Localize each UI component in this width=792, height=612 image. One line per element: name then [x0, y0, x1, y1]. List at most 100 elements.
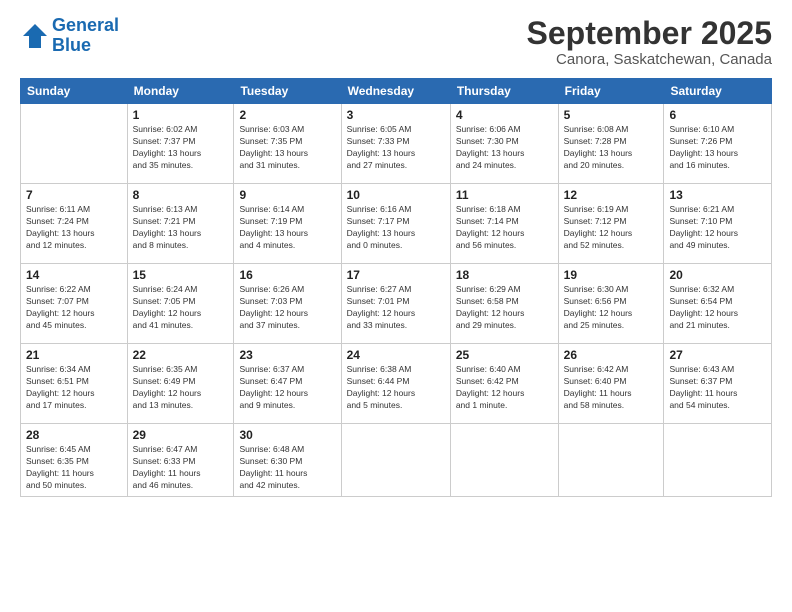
calendar-cell: 4 Sunrise: 6:06 AM Sunset: 7:30 PM Daylig…: [450, 104, 558, 184]
calendar-cell: 5 Sunrise: 6:08 AM Sunset: 7:28 PM Daylig…: [558, 104, 664, 184]
weekday-header-saturday: Saturday: [664, 79, 772, 104]
day-info: Sunrise: 6:30 AM Sunset: 6:56 PM Dayligh…: [564, 284, 659, 332]
calendar-cell: [558, 424, 664, 497]
calendar-cell: 30Sunrise: 6:48 AM Sunset: 6:30 PM Dayli…: [234, 424, 341, 497]
calendar-cell: 28 Sunrise: 6:45 AM Sunset: 6:35 PM Dayli…: [21, 424, 128, 497]
logo: General Blue: [20, 16, 119, 56]
day-number: 22: [133, 348, 229, 362]
day-number: 29: [133, 428, 229, 442]
calendar-cell: [450, 424, 558, 497]
calendar-cell: 19 Sunrise: 6:30 AM Sunset: 6:56 PM Dayli…: [558, 264, 664, 344]
day-number: 18: [456, 268, 553, 282]
day-info: Sunrise: 6:08 AM Sunset: 7:28 PM Dayligh…: [564, 124, 659, 172]
calendar-cell: 8 Sunrise: 6:13 AM Sunset: 7:21 PM Daylig…: [127, 184, 234, 264]
day-info: Sunrise: 6:45 AM Sunset: 6:35 PM Dayligh…: [26, 444, 122, 492]
day-number: 5: [564, 108, 659, 122]
day-number: 4: [456, 108, 553, 122]
day-info: Sunrise: 6:18 AM Sunset: 7:14 PM Dayligh…: [456, 204, 553, 252]
day-info: Sunrise: 6:24 AM Sunset: 7:05 PM Dayligh…: [133, 284, 229, 332]
calendar-cell: 26 Sunrise: 6:42 AM Sunset: 6:40 PM Dayli…: [558, 344, 664, 424]
day-info: Sunrise: 6:35 AM Sunset: 6:49 PM Dayligh…: [133, 364, 229, 412]
location-title: Canora, Saskatchewan, Canada: [527, 51, 772, 68]
calendar-cell: [21, 104, 128, 184]
day-number: 25: [456, 348, 553, 362]
day-number: 28: [26, 428, 122, 442]
day-number: 11: [456, 188, 553, 202]
day-info: Sunrise: 6:11 AM Sunset: 7:24 PM Dayligh…: [26, 204, 122, 252]
calendar-cell: 23Sunrise: 6:37 AM Sunset: 6:47 PM Dayli…: [234, 344, 341, 424]
day-number: 26: [564, 348, 659, 362]
day-number: 20: [669, 268, 766, 282]
day-info: Sunrise: 6:42 AM Sunset: 6:40 PM Dayligh…: [564, 364, 659, 412]
calendar-cell: 7Sunrise: 6:11 AM Sunset: 7:24 PM Daylig…: [21, 184, 128, 264]
calendar-cell: 22 Sunrise: 6:35 AM Sunset: 6:49 PM Dayli…: [127, 344, 234, 424]
day-number: 24: [347, 348, 445, 362]
day-number: 15: [133, 268, 229, 282]
day-info: Sunrise: 6:29 AM Sunset: 6:58 PM Dayligh…: [456, 284, 553, 332]
day-number: 13: [669, 188, 766, 202]
day-number: 16: [239, 268, 335, 282]
calendar-cell: 6 Sunrise: 6:10 AM Sunset: 7:26 PM Daylig…: [664, 104, 772, 184]
day-info: Sunrise: 6:26 AM Sunset: 7:03 PM Dayligh…: [239, 284, 335, 332]
day-info: Sunrise: 6:47 AM Sunset: 6:33 PM Dayligh…: [133, 444, 229, 492]
week-row-4: 21Sunrise: 6:34 AM Sunset: 6:51 PM Dayli…: [21, 344, 772, 424]
day-info: Sunrise: 6:19 AM Sunset: 7:12 PM Dayligh…: [564, 204, 659, 252]
day-info: Sunrise: 6:37 AM Sunset: 6:47 PM Dayligh…: [239, 364, 335, 412]
weekday-header-sunday: Sunday: [21, 79, 128, 104]
weekday-header-monday: Monday: [127, 79, 234, 104]
day-info: Sunrise: 6:38 AM Sunset: 6:44 PM Dayligh…: [347, 364, 445, 412]
calendar-cell: 20Sunrise: 6:32 AM Sunset: 6:54 PM Dayli…: [664, 264, 772, 344]
day-number: 1: [133, 108, 229, 122]
weekday-header-row: SundayMondayTuesdayWednesdayThursdayFrid…: [21, 79, 772, 104]
month-title: September 2025: [527, 16, 772, 51]
day-number: 12: [564, 188, 659, 202]
week-row-2: 7Sunrise: 6:11 AM Sunset: 7:24 PM Daylig…: [21, 184, 772, 264]
day-info: Sunrise: 6:13 AM Sunset: 7:21 PM Dayligh…: [133, 204, 229, 252]
day-info: Sunrise: 6:14 AM Sunset: 7:19 PM Dayligh…: [239, 204, 335, 252]
weekday-header-wednesday: Wednesday: [341, 79, 450, 104]
calendar-table: SundayMondayTuesdayWednesdayThursdayFrid…: [20, 78, 772, 497]
day-number: 8: [133, 188, 229, 202]
calendar-cell: 29 Sunrise: 6:47 AM Sunset: 6:33 PM Dayli…: [127, 424, 234, 497]
day-number: 14: [26, 268, 122, 282]
day-number: 30: [239, 428, 335, 442]
day-info: Sunrise: 6:16 AM Sunset: 7:17 PM Dayligh…: [347, 204, 445, 252]
day-number: 3: [347, 108, 445, 122]
day-info: Sunrise: 6:22 AM Sunset: 7:07 PM Dayligh…: [26, 284, 122, 332]
calendar-cell: 9 Sunrise: 6:14 AM Sunset: 7:19 PM Daylig…: [234, 184, 341, 264]
day-info: Sunrise: 6:02 AM Sunset: 7:37 PM Dayligh…: [133, 124, 229, 172]
day-number: 17: [347, 268, 445, 282]
day-number: 27: [669, 348, 766, 362]
day-info: Sunrise: 6:10 AM Sunset: 7:26 PM Dayligh…: [669, 124, 766, 172]
week-row-3: 14 Sunrise: 6:22 AM Sunset: 7:07 PM Dayli…: [21, 264, 772, 344]
calendar-cell: 21Sunrise: 6:34 AM Sunset: 6:51 PM Dayli…: [21, 344, 128, 424]
day-number: 9: [239, 188, 335, 202]
day-info: Sunrise: 6:27 AM Sunset: 7:01 PM Dayligh…: [347, 284, 445, 332]
day-info: Sunrise: 6:05 AM Sunset: 7:33 PM Dayligh…: [347, 124, 445, 172]
week-row-1: 1 Sunrise: 6:02 AM Sunset: 7:37 PM Daylig…: [21, 104, 772, 184]
calendar-cell: 16 Sunrise: 6:26 AM Sunset: 7:03 PM Dayli…: [234, 264, 341, 344]
calendar-cell: 12 Sunrise: 6:19 AM Sunset: 7:12 PM Dayli…: [558, 184, 664, 264]
calendar-cell: 3 Sunrise: 6:05 AM Sunset: 7:33 PM Daylig…: [341, 104, 450, 184]
calendar-cell: 18 Sunrise: 6:29 AM Sunset: 6:58 PM Dayli…: [450, 264, 558, 344]
day-info: Sunrise: 6:06 AM Sunset: 7:30 PM Dayligh…: [456, 124, 553, 172]
weekday-header-thursday: Thursday: [450, 79, 558, 104]
week-row-5: 28 Sunrise: 6:45 AM Sunset: 6:35 PM Dayli…: [21, 424, 772, 497]
day-info: Sunrise: 6:03 AM Sunset: 7:35 PM Dayligh…: [239, 124, 335, 172]
day-info: Sunrise: 6:21 AM Sunset: 7:10 PM Dayligh…: [669, 204, 766, 252]
logo-icon: [20, 21, 50, 51]
weekday-header-tuesday: Tuesday: [234, 79, 341, 104]
day-number: 2: [239, 108, 335, 122]
logo-text-line2: Blue: [52, 36, 119, 56]
weekday-header-friday: Friday: [558, 79, 664, 104]
calendar-cell: 27Sunrise: 6:43 AM Sunset: 6:37 PM Dayli…: [664, 344, 772, 424]
calendar-cell: 10Sunrise: 6:16 AM Sunset: 7:17 PM Dayli…: [341, 184, 450, 264]
day-info: Sunrise: 6:34 AM Sunset: 6:51 PM Dayligh…: [26, 364, 122, 412]
day-number: 6: [669, 108, 766, 122]
calendar-cell: 15 Sunrise: 6:24 AM Sunset: 7:05 PM Dayli…: [127, 264, 234, 344]
day-number: 19: [564, 268, 659, 282]
calendar-cell: 1 Sunrise: 6:02 AM Sunset: 7:37 PM Daylig…: [127, 104, 234, 184]
page: General Blue September 2025 Canora, Sask…: [0, 0, 792, 612]
calendar-cell: 14 Sunrise: 6:22 AM Sunset: 7:07 PM Dayli…: [21, 264, 128, 344]
logo-text-line1: General: [52, 16, 119, 36]
